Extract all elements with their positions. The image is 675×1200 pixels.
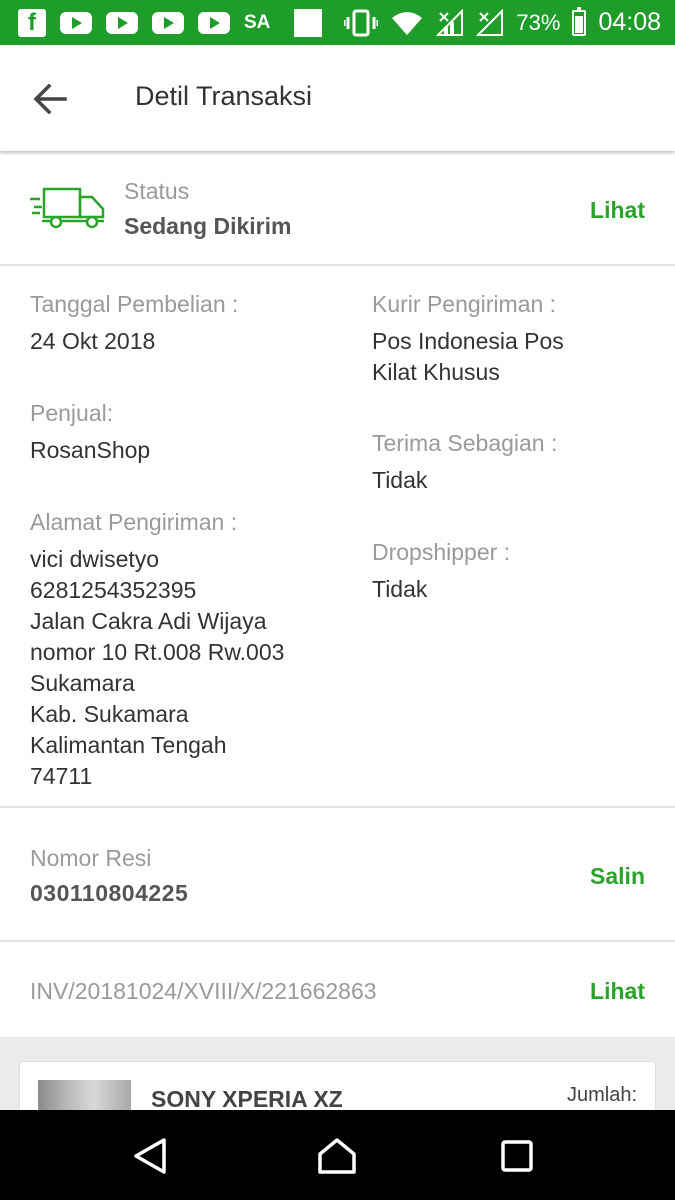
product-name: SONY XPERIA XZ <box>151 1086 343 1112</box>
nav-recents-button[interactable] <box>492 1135 542 1177</box>
resi-label: Nomor Resi <box>30 845 152 871</box>
partial-label: Terima Sebagian : <box>372 430 558 456</box>
invoice-section: INV/20181024/XVIII/X/221662863 Lihat <box>0 942 675 1037</box>
nav-back-button[interactable] <box>125 1135 175 1177</box>
shipping-address: Alamat Pengiriman : vici dwisetyo 628125… <box>30 509 284 792</box>
purchase-date-value: 24 Okt 2018 <box>30 328 156 354</box>
signal-icon <box>436 8 464 37</box>
address-line: nomor 10 Rt.008 Rw.003 <box>30 639 285 665</box>
square-recents-icon <box>501 1140 533 1172</box>
address-label: Alamat Pengiriman : <box>30 509 238 535</box>
carrier-label: SA <box>244 11 271 33</box>
page-title: Detil Transaksi <box>135 81 313 111</box>
address-value: vici dwisetyo 6281254352395 Jalan Cakra … <box>30 544 284 792</box>
notification-icon <box>294 8 323 37</box>
vibrate-icon <box>344 9 379 37</box>
home-icon <box>318 1138 356 1174</box>
battery-percent: 73% <box>516 9 561 35</box>
arrow-left-icon <box>33 84 67 114</box>
wifi-icon <box>390 9 424 37</box>
triangle-back-icon <box>134 1138 166 1174</box>
youtube-icon <box>60 11 92 34</box>
courier-line: Pos Indonesia Pos <box>372 328 564 354</box>
address-line: 6281254352395 <box>30 577 197 603</box>
tracking-number-section: Nomor Resi 030110804225 Salin <box>0 808 675 940</box>
view-invoice-link[interactable]: Lihat <box>590 978 645 1005</box>
youtube-icon <box>152 11 184 34</box>
dropshipper-label: Dropshipper : <box>372 539 511 565</box>
partial-receipt: Terima Sebagian : Tidak <box>372 430 557 496</box>
seller: Penjual: RosanShop <box>30 400 150 466</box>
partial-value: Tidak <box>372 467 428 493</box>
courier-label: Kurir Pengiriman : <box>372 291 557 317</box>
dropshipper: Dropshipper : Tidak <box>372 539 510 605</box>
seller-label: Penjual: <box>30 400 114 426</box>
address-line: Kab. Sukamara <box>30 701 189 727</box>
courier-value: Pos Indonesia Pos Kilat Khusus <box>372 326 564 388</box>
dropshipper-value: Tidak <box>372 576 428 602</box>
address-line: 74711 <box>30 763 93 789</box>
product-qty-label: Jumlah: <box>566 1084 637 1106</box>
purchase-date-label: Tanggal Pembelian : <box>30 291 239 317</box>
courier-line: Kilat Khusus <box>372 359 500 385</box>
youtube-icon <box>106 11 138 34</box>
clock: 04:08 <box>598 8 661 36</box>
copy-resi-button[interactable]: Salin <box>590 863 645 890</box>
system-status-bar: f SA 73% 04:08 <box>0 0 675 45</box>
status-value: Sedang Dikirim <box>124 213 292 239</box>
delivery-truck-icon <box>30 187 105 229</box>
shipping-status-section: Status Sedang Dikirim Lihat <box>0 151 675 264</box>
address-line: Jalan Cakra Adi Wijaya <box>30 608 267 634</box>
app-bar: Detil Transaksi <box>0 45 675 151</box>
purchase-date: Tanggal Pembelian : 24 Okt 2018 <box>30 291 238 357</box>
seller-value: RosanShop <box>30 437 151 463</box>
nav-home-button[interactable] <box>312 1135 362 1177</box>
courier: Kurir Pengiriman : Pos Indonesia Pos Kil… <box>372 291 564 388</box>
transaction-details-section: Tanggal Pembelian : 24 Okt 2018 Penjual:… <box>0 266 675 806</box>
youtube-icon <box>198 11 230 34</box>
status-label: Status <box>124 178 190 204</box>
address-line: vici dwisetyo <box>30 546 160 572</box>
address-line: Sukamara <box>30 670 135 696</box>
system-nav-bar <box>0 1110 675 1200</box>
facebook-icon: f <box>18 8 46 37</box>
resi-value: 030110804225 <box>30 880 189 906</box>
invoice-number: INV/20181024/XVIII/X/221662863 <box>30 978 377 1004</box>
battery-icon <box>572 6 587 36</box>
signal-icon <box>476 8 504 37</box>
back-button[interactable] <box>30 79 70 119</box>
view-status-link[interactable]: Lihat <box>590 197 645 224</box>
address-line: Kalimantan Tengah <box>30 732 227 758</box>
